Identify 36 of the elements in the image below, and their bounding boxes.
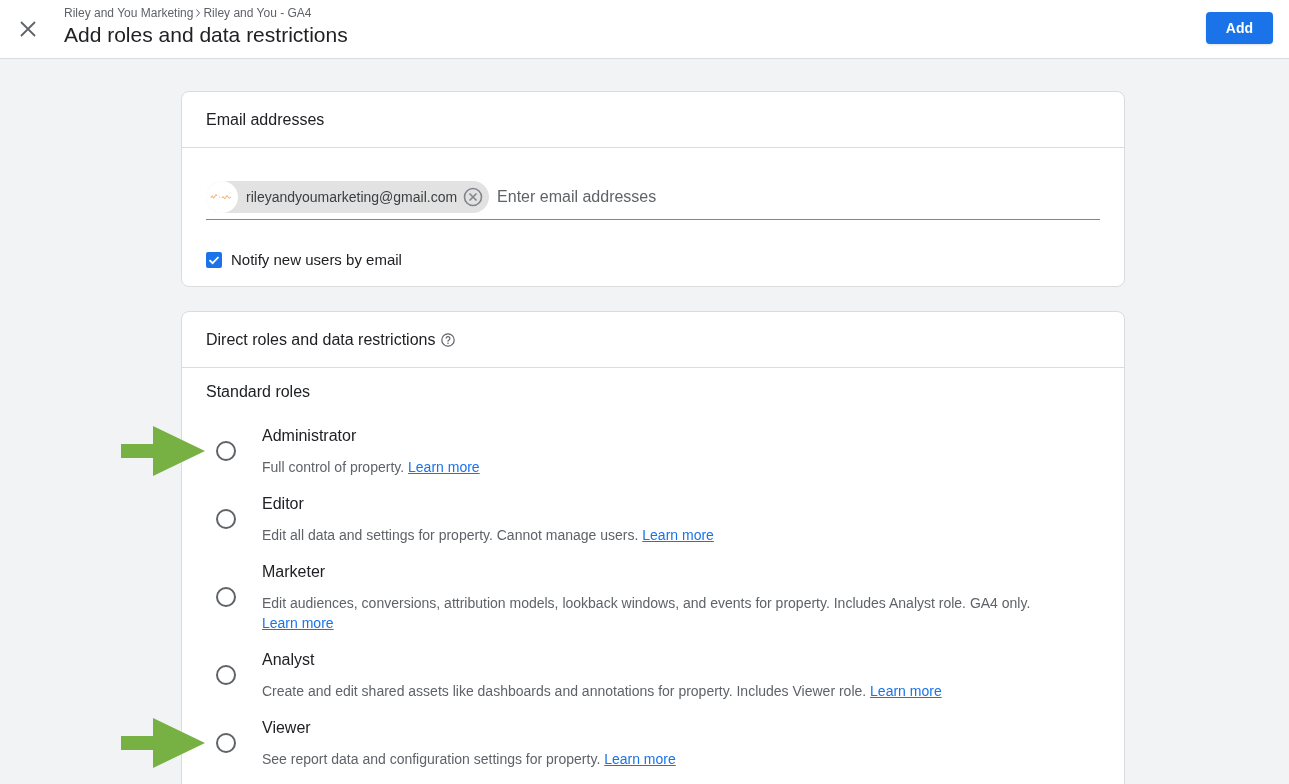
learn-more-link[interactable]: Learn more [870,683,942,699]
role-title: Viewer [262,718,312,738]
radio-button[interactable] [216,508,236,529]
role-title: Marketer [262,562,327,582]
role-title: Analyst [262,650,316,670]
chevron-right-icon [196,9,201,17]
radio-button[interactable] [216,732,236,753]
add-button[interactable]: Add [1205,12,1273,44]
radio-button[interactable] [216,586,236,607]
help-icon[interactable] [441,332,456,347]
role-description: Create and edit shared assets like dashboards and annotations for property. Includes Viewer role. Learn more [262,682,943,701]
checkbox-label: Notify new users by email [231,249,402,270]
learn-more-link[interactable]: Learn more [604,751,676,767]
remove-icon[interactable] [463,187,484,207]
radio-button[interactable] [216,440,236,461]
email-input[interactable]: Enter email addresses [497,181,1100,213]
section-title: Standard roles [206,382,312,402]
role-description: Full control of property. Learn more [262,458,481,477]
breadcrumb-link[interactable]: Riley and You - GA4 [203,5,312,21]
checkbox[interactable] [206,252,222,268]
learn-more-link[interactable]: Learn more [408,459,480,475]
role-title: Editor [262,494,305,514]
learn-more-link[interactable]: Learn more [262,615,334,631]
role-description: Edit audiences, conversions, attribution models, lookback windows, and events for property. Includes Analyst role. GA4 only. Learn more [262,594,1032,633]
logo-icon [206,181,238,213]
learn-more-link[interactable]: Learn more [642,527,714,543]
radio-button[interactable] [216,664,236,685]
role-description: See report data and configuration settings for property. Learn more [262,750,677,769]
role-title: Administrator [262,426,358,446]
card-title: Email addresses [206,109,325,130]
card-title: Direct roles and data restrictions [206,329,436,350]
chip-email-text: rileyandyoumarketing@gmail.com [246,187,458,207]
page-title: Add roles and data restrictions [64,22,348,48]
close-icon[interactable] [20,21,36,37]
role-description: Edit all data and settings for property. Cannot manage users. Learn more [262,526,715,545]
breadcrumb-link[interactable]: Riley and You Marketing [64,5,194,21]
